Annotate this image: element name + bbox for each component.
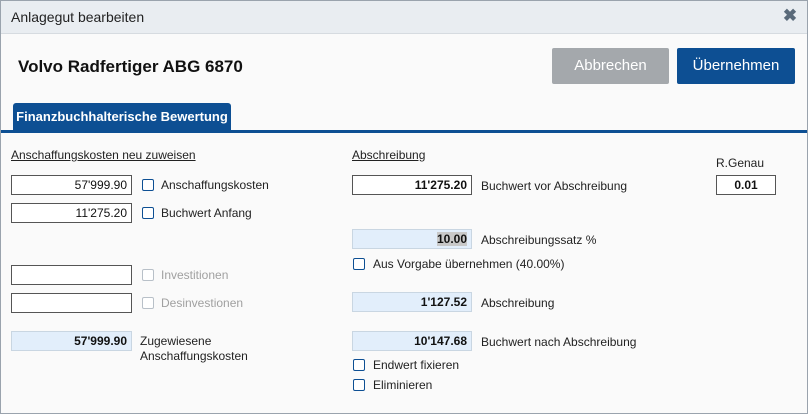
desinvestitionen-input[interactable] [11, 293, 132, 313]
zugewiesene-anschaffungskosten-field: 57'999.90 [11, 331, 132, 351]
endwert-fixieren-checkbox[interactable] [353, 359, 365, 371]
investitionen-label: Investitionen [161, 268, 229, 282]
buchwert-nach-abschreibung-field: 10'147.68 [352, 331, 472, 351]
aus-vorgabe-checkbox[interactable] [353, 258, 365, 270]
cancel-button[interactable]: Abbrechen [552, 48, 669, 84]
endwert-fixieren-label: Endwert fixieren [373, 358, 460, 372]
desinvestitionen-checkbox [142, 297, 154, 309]
zugewiesene-label-line1: Zugewiesene [140, 334, 212, 348]
edit-asset-dialog: Anlagegut bearbeiten ✖ Volvo Radfertiger… [0, 0, 808, 414]
zugewiesene-label-line2: Anschaffungskosten [140, 349, 248, 363]
buchwert-vor-abschreibung-input[interactable]: 11'275.20 [352, 175, 472, 195]
section-title-abschreibung: Abschreibung [352, 148, 426, 162]
anschaffungskosten-input[interactable]: 57'999.90 [11, 175, 132, 195]
abschreibungssatz-field[interactable]: 10.00 [352, 229, 472, 249]
tab-underline [1, 130, 807, 133]
eliminieren-checkbox[interactable] [353, 379, 365, 391]
buchwert-nach-abschreibung-label: Buchwert nach Abschreibung [481, 335, 637, 349]
close-icon[interactable]: ✖ [781, 7, 799, 25]
abschreibungssatz-value: 10.00 [436, 232, 467, 246]
asset-name: Volvo Radfertiger ABG 6870 [18, 57, 243, 76]
rgenau-label: R.Genau [716, 156, 765, 170]
investitionen-input[interactable] [11, 265, 132, 285]
anschaffungskosten-label: Anschaffungskosten [161, 178, 269, 192]
abschreibungssatz-label: Abschreibungssatz % [481, 233, 597, 247]
rgenau-input[interactable]: 0.01 [716, 175, 776, 195]
anschaffungskosten-checkbox[interactable] [142, 179, 154, 191]
buchwert-vor-abschreibung-label: Buchwert vor Abschreibung [481, 179, 628, 193]
tab-finanzbuchhalterische-bewertung[interactable]: Finanzbuchhalterische Bewertung [13, 103, 231, 130]
abschreibung-label: Abschreibung [481, 296, 555, 310]
abschreibung-field: 1'127.52 [352, 292, 472, 312]
apply-button[interactable]: Übernehmen [677, 48, 795, 84]
buchwert-anfang-label: Buchwert Anfang [161, 206, 252, 220]
buchwert-anfang-input[interactable]: 11'275.20 [11, 203, 132, 223]
dialog-titlebar: Anlagegut bearbeiten ✖ [1, 1, 807, 34]
dialog-title: Anlagegut bearbeiten [11, 9, 145, 25]
buchwert-anfang-checkbox[interactable] [142, 207, 154, 219]
aus-vorgabe-label: Aus Vorgabe übernehmen (40.00%) [373, 257, 565, 271]
section-title-anschaffungskosten: Anschaffungskosten neu zuweisen [11, 148, 196, 162]
desinvestitionen-label: Desinvestionen [161, 296, 244, 310]
investitionen-checkbox [142, 269, 154, 281]
eliminieren-label: Eliminieren [373, 378, 433, 392]
